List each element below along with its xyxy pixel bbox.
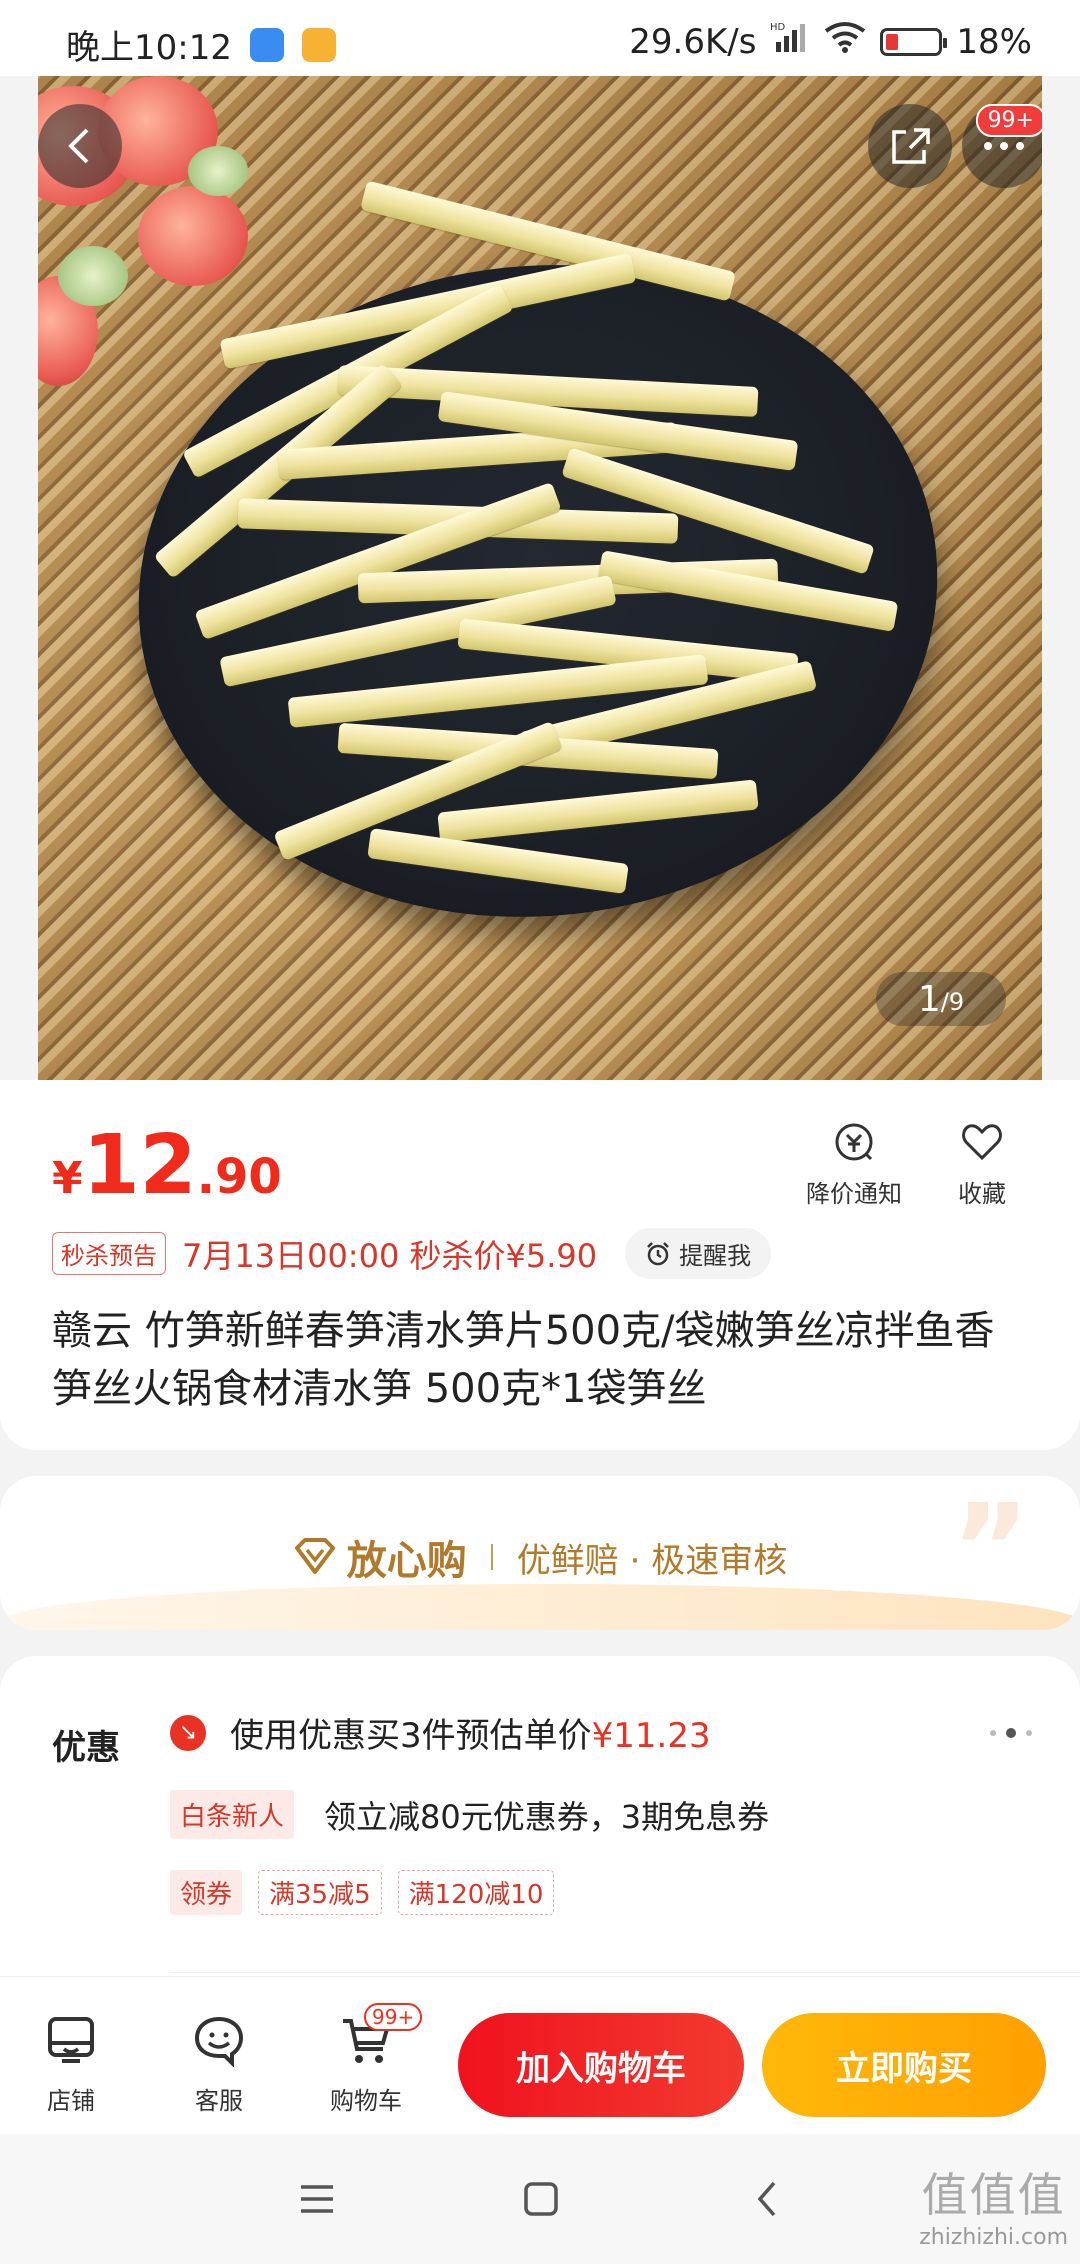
- share-icon: [892, 128, 930, 164]
- price-alert-icon: [835, 1123, 873, 1161]
- system-navigation-bar: 值值值 zhizhizhi.com: [0, 2134, 1080, 2264]
- cart-button[interactable]: 购物车 99+: [330, 2003, 423, 2116]
- assurance-banner[interactable]: ” 放心购 优鲜赔 · 极速审核: [0, 1476, 1080, 1630]
- add-to-cart-button[interactable]: 加入购物车: [458, 2013, 744, 2117]
- home-square-icon: [524, 2182, 558, 2216]
- image-page-indicator: 1/9: [876, 972, 1006, 1026]
- menu-button[interactable]: [292, 2174, 342, 2224]
- more-badge: 99+: [975, 104, 1042, 137]
- flash-sale-tag: 秒杀预告: [52, 1232, 166, 1275]
- coupon-item[interactable]: 满35减5: [258, 1870, 382, 1915]
- discount-arrow-icon: ↘: [170, 1714, 206, 1751]
- product-title: 赣云 竹笋新鲜春笋清水笋片500克/袋嫩笋丝凉拌鱼香笋丝火锅食材清水笋 500克…: [52, 1308, 995, 1412]
- message-app-icon: [249, 27, 284, 62]
- back-arrow-icon: [68, 128, 89, 164]
- notes-app-icon: [301, 27, 336, 62]
- shop-icon: [48, 2017, 94, 2063]
- battery-icon: [880, 27, 948, 56]
- bottom-action-bar: 店铺 客服 购物车 99+ 加入购物车 立即购买: [0, 1976, 1080, 2135]
- back-button[interactable]: [38, 104, 122, 188]
- system-back-icon: [757, 2181, 776, 2217]
- get-coupon-tag[interactable]: 领券: [170, 1870, 243, 1915]
- svg-text:HD: HD: [770, 22, 786, 33]
- price: ¥12.90: [52, 1118, 282, 1213]
- wifi-icon: [824, 21, 866, 62]
- status-bar: 晚上10:12 29.6K/s HD 18%: [0, 0, 1080, 76]
- flash-sale-text: 7月13日00:00 秒杀价¥5.90: [182, 1236, 598, 1275]
- cart-badge: 99+: [364, 2003, 423, 2031]
- promotions-card[interactable]: 优惠 ↘ 使用优惠买3件预估单价¥11.23 白条新人 领立减80元优惠券，3期…: [0, 1656, 1080, 1976]
- coupon-row[interactable]: 领券 满35减5 满120减10: [170, 1870, 555, 1915]
- coupon-item[interactable]: 满120减10: [397, 1870, 555, 1915]
- assurance-desc: 优鲜赔 · 极速审核: [516, 1540, 788, 1581]
- system-back-button[interactable]: [742, 2174, 792, 2224]
- baitiao-text: 领立减80元优惠券，3期免息券: [324, 1797, 770, 1836]
- home-button[interactable]: [516, 2174, 566, 2224]
- shop-button[interactable]: 店铺: [44, 2013, 98, 2116]
- customer-service-button[interactable]: 客服: [192, 2013, 246, 2116]
- network-speed: 29.6K/s: [629, 21, 757, 62]
- share-button[interactable]: [868, 104, 952, 188]
- battery-level: 18%: [956, 21, 1032, 62]
- bamboo-shoot-strips: [38, 76, 1042, 1080]
- more-dots-icon: [984, 142, 1024, 150]
- price-alert-button[interactable]: 降价通知: [806, 1120, 902, 1209]
- diamond-heart-icon: [294, 1538, 335, 1574]
- assurance-brand: 放心购: [293, 1528, 467, 1586]
- promo-estimate-row[interactable]: ↘ 使用优惠买3件预估单价¥11.23: [170, 1708, 711, 1757]
- flash-sale-row: 秒杀预告 7月13日00:00 秒杀价¥5.90 提醒我: [52, 1228, 772, 1279]
- alarm-clock-icon: [647, 1241, 669, 1265]
- promo-label: 优惠: [52, 1728, 120, 1768]
- product-image-gallery[interactable]: 99+ 1/9: [38, 76, 1042, 1080]
- buy-now-button[interactable]: 立即购买: [762, 2013, 1046, 2117]
- signal-icon: HD: [770, 20, 810, 63]
- menu-icon: [301, 2185, 333, 2213]
- price-card: ¥12.90 降价通知 收藏 秒杀预告 7月13日00:00 秒杀价¥5.90 …: [0, 1080, 1080, 1450]
- promo-pager-dots: [990, 1728, 1032, 1738]
- chat-bubble-icon: [194, 2016, 244, 2067]
- status-time: 晚上10:12: [66, 28, 232, 68]
- heart-icon: [962, 1124, 1002, 1161]
- baitiao-tag: 白条新人: [170, 1790, 295, 1839]
- watermark: 值值值 zhizhizhi.com: [919, 2168, 1068, 2250]
- favorite-button[interactable]: 收藏: [958, 1120, 1006, 1209]
- baitiao-row[interactable]: 白条新人 领立减80元优惠券，3期免息券: [170, 1790, 769, 1839]
- remind-me-button[interactable]: 提醒我: [625, 1228, 772, 1279]
